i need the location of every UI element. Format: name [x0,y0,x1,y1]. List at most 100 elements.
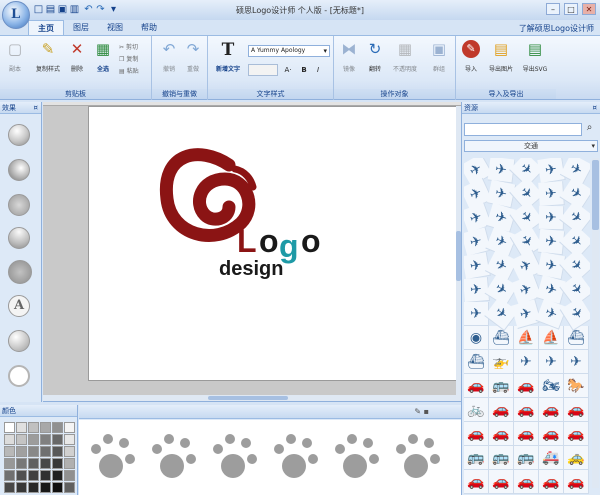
color-swatch[interactable] [40,446,51,457]
color-swatch[interactable] [52,422,63,433]
cut-button[interactable]: ✂ 剪切 [119,42,138,51]
shape-item[interactable]: 🚗 [514,398,539,422]
color-swatch[interactable] [28,434,39,445]
mirror-button[interactable]: ⧓ 镜像 [338,40,360,82]
select-all-button[interactable]: ▦ 全选 [92,40,114,82]
color-swatch[interactable] [52,434,63,445]
tab-help[interactable]: 帮助 [132,20,166,35]
tab-home[interactable]: 主页 [28,20,64,35]
shape-item[interactable]: ⛴ [564,326,589,350]
color-swatch[interactable] [4,458,15,469]
color-swatch[interactable] [64,446,75,457]
effect-swatch[interactable] [8,194,30,216]
shape-item[interactable]: 🚗 [564,398,589,422]
logo-artwork[interactable]: L o g o design [89,107,459,382]
horizontal-scrollbar[interactable] [43,395,461,401]
maximize-button[interactable]: □ [564,3,578,15]
shape-item[interactable]: ✈ [564,350,589,374]
color-swatch[interactable] [40,458,51,469]
effect-swatch[interactable] [8,365,30,387]
duplicate-button[interactable]: ▢ 副本 [4,40,26,82]
shape-item[interactable]: 🚁 [489,350,514,374]
color-swatch[interactable] [16,470,27,481]
application-menu-button[interactable]: L [2,1,30,29]
paw-print-shape[interactable] [91,430,141,485]
color-swatch[interactable] [28,470,39,481]
color-swatch[interactable] [52,482,63,493]
color-swatch[interactable] [64,422,75,433]
shape-item[interactable]: 🚗 [489,422,514,446]
paw-print-shape[interactable] [213,430,263,485]
color-swatch[interactable] [64,470,75,481]
shape-item[interactable]: 🚗 [514,470,539,494]
about-link[interactable]: 了解硕思Logo设计师 [519,23,594,34]
color-swatch[interactable] [40,482,51,493]
shape-item[interactable]: 🐎 [564,374,589,398]
search-icon[interactable]: ⌕ [583,122,596,136]
scroll-thumb[interactable] [592,160,599,230]
category-select[interactable]: 交通 ▾ [464,140,598,152]
effect-swatch[interactable] [8,330,30,352]
undo-button[interactable]: ↶ 撤销 [158,40,180,82]
color-swatch[interactable] [40,434,51,445]
export-image-button[interactable]: ▤ 导出图片 [486,40,516,82]
effect-swatch[interactable] [8,159,30,181]
copy-button[interactable]: ❐ 复制 [119,54,138,63]
shape-item[interactable]: ◉ [464,326,489,350]
color-swatch[interactable] [52,446,63,457]
shape-item[interactable]: 🚌 [514,446,539,470]
shape-item[interactable]: ⛵ [539,326,564,350]
redo-button[interactable]: ↷ 重做 [182,40,204,82]
paw-print-shape[interactable] [152,430,202,485]
shape-item[interactable]: 🚗 [514,374,539,398]
new-text-button[interactable]: T 新增文字 [214,40,242,82]
shape-item[interactable]: 🚗 [489,398,514,422]
color-swatch[interactable] [28,446,39,457]
color-swatch[interactable] [40,470,51,481]
color-swatch[interactable] [4,482,15,493]
italic-button[interactable]: I [312,64,324,76]
tab-layers[interactable]: 图层 [64,20,98,35]
font-color-button[interactable]: A· [282,64,294,76]
edit-icon[interactable]: ✎ ▪ [414,407,429,416]
shape-item[interactable]: 🚗 [539,398,564,422]
color-swatch[interactable] [52,458,63,469]
color-swatch[interactable] [16,446,27,457]
shapes-scrollbar[interactable] [592,158,599,488]
shape-item[interactable]: 🚌 [489,374,514,398]
color-swatch[interactable] [52,470,63,481]
color-swatch[interactable] [64,434,75,445]
shape-item[interactable]: 🚌 [489,446,514,470]
font-size-select[interactable] [248,64,278,76]
shape-item[interactable]: ✈ [539,350,564,374]
shape-item[interactable]: 🚗 [464,422,489,446]
paste-button[interactable]: ▤ 粘贴 [119,66,139,75]
color-swatch[interactable] [64,482,75,493]
color-swatch[interactable] [40,422,51,433]
color-swatch[interactable] [16,434,27,445]
shape-item[interactable]: 🚗 [464,374,489,398]
paw-print-shape[interactable] [396,430,446,485]
shape-item[interactable]: 🚑 [539,446,564,470]
shape-item[interactable]: 🚕 [564,446,589,470]
close-button[interactable]: ✕ [582,3,596,15]
pin-icon[interactable]: ¤ [34,102,38,114]
shape-item[interactable]: ✈ [514,350,539,374]
color-swatch[interactable] [16,458,27,469]
font-family-select[interactable]: A Yummy Apology ▾ [248,45,330,57]
color-swatch[interactable] [28,482,39,493]
color-swatch[interactable] [4,446,15,457]
text-effect-swatch[interactable]: A [8,295,30,317]
export-svg-button[interactable]: ▤ 导出SVG [520,40,550,82]
color-swatch[interactable] [4,422,15,433]
color-swatch[interactable] [4,470,15,481]
search-input[interactable] [464,123,582,136]
color-swatch[interactable] [64,458,75,469]
shape-item[interactable]: 🚌 [464,446,489,470]
opacity-button[interactable]: ▦ 不透明度 [390,40,420,82]
shape-item[interactable]: 🚗 [464,470,489,494]
shape-item[interactable]: 🚗 [564,470,589,494]
import-button[interactable]: ✎ 导入 [460,40,482,82]
shape-item[interactable]: 🚗 [514,422,539,446]
group-button[interactable]: ▣ 群组 [428,40,450,82]
